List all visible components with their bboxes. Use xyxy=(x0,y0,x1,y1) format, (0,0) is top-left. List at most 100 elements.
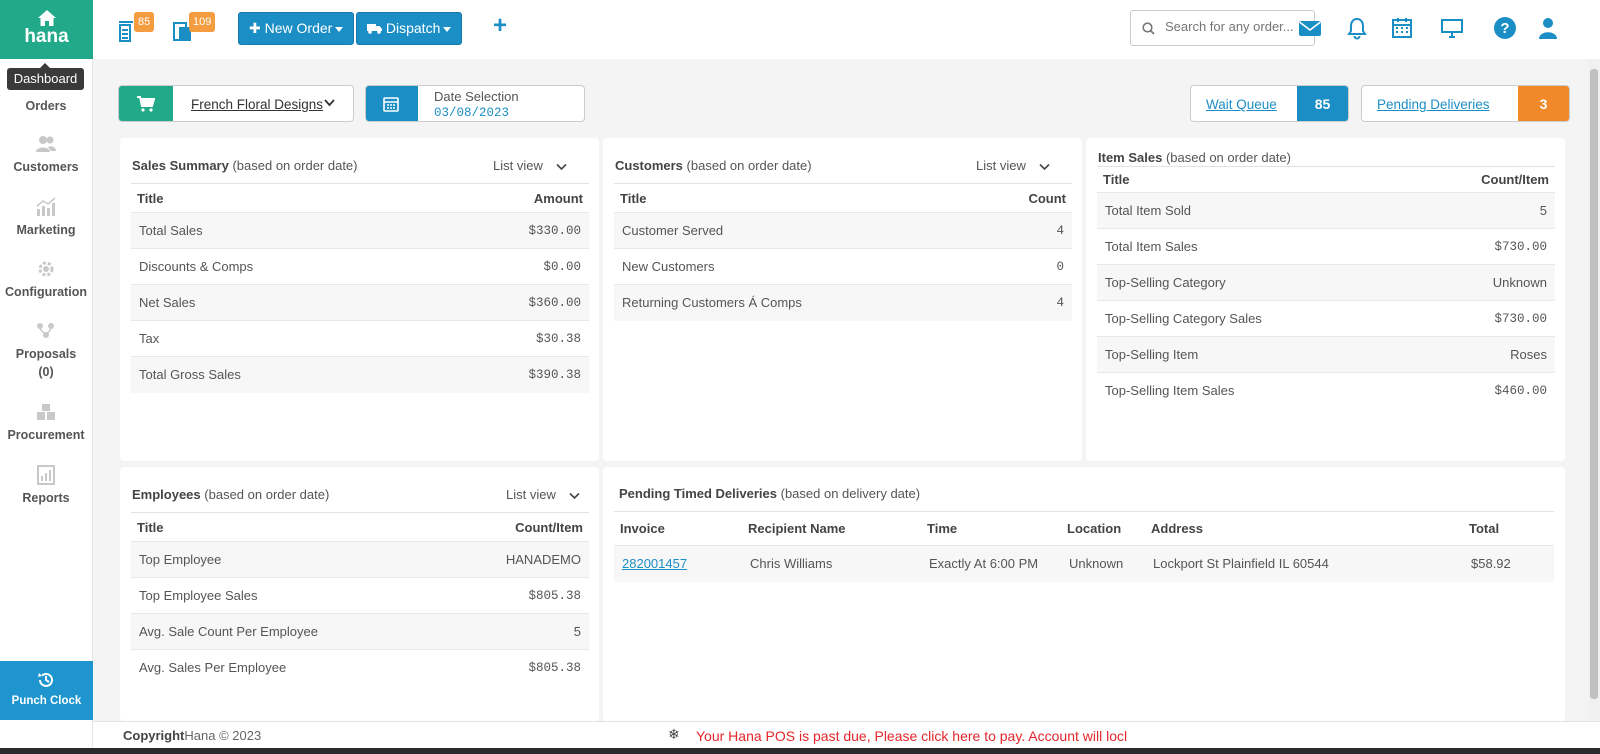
bell-icon[interactable] xyxy=(1345,16,1369,40)
sales-summary-table: Title Amount Total Sales $330.00 Discount… xyxy=(131,183,589,393)
page-scrollbar[interactable] xyxy=(1588,59,1600,720)
sidebar-item-procurement[interactable]: Procurement xyxy=(0,402,92,444)
home-logo[interactable]: hana xyxy=(0,0,93,59)
row-value: HANADEMO xyxy=(443,541,589,578)
sidebar-item-marketing[interactable]: Marketing xyxy=(0,197,92,239)
user-icon[interactable] xyxy=(1536,16,1560,40)
column-header: Recipient Name xyxy=(742,511,921,546)
column-header: Location xyxy=(1061,511,1145,546)
store-selector[interactable]: French Floral Designs xyxy=(118,85,354,122)
caret-down-icon xyxy=(443,26,452,32)
pending-deliveries-button[interactable]: Pending Deliveries 3 xyxy=(1361,85,1570,122)
date-selector[interactable]: Date Selection 03/08/2023 xyxy=(365,85,585,122)
card-subtitle: (based on order date) xyxy=(1165,150,1291,165)
dashboard-tooltip: Dashboard xyxy=(7,63,84,90)
column-header: Title xyxy=(131,512,444,542)
store-name: French Floral Designs xyxy=(191,97,324,112)
column-header: Count/Item xyxy=(443,512,589,542)
table-row: Top-Selling Item Sales $460.00 xyxy=(1097,372,1555,409)
row-value: $360.00 xyxy=(431,284,589,321)
search-box[interactable] xyxy=(1130,10,1315,46)
clock-history-icon xyxy=(38,672,53,687)
invoice-cell: 282001457 xyxy=(614,545,742,582)
table-row: New Customers 0 xyxy=(614,248,1072,285)
sidebar-item-configuration[interactable]: Configuration xyxy=(0,259,92,301)
sidebar-item-label: Customers xyxy=(13,160,79,174)
scrollbar-thumb[interactable] xyxy=(1590,69,1598,699)
sidebar-item-orders[interactable]: Orders xyxy=(0,99,92,113)
row-title: Top-Selling Item Sales xyxy=(1097,372,1411,409)
dispatch-label: Dispatch xyxy=(385,20,441,36)
list-view-dropdown[interactable]: List view xyxy=(493,158,568,173)
row-value: $805.38 xyxy=(443,577,589,614)
row-value: 5 xyxy=(443,613,589,650)
punch-clock-label: Punch Clock xyxy=(11,695,82,707)
invoice-link[interactable]: 282001457 xyxy=(622,556,687,571)
card-subtitle: (based on order date) xyxy=(686,158,812,173)
chevron-down-icon xyxy=(556,163,568,170)
card-subtitle: (based on order date) xyxy=(204,487,330,502)
row-title: Total Gross Sales xyxy=(131,356,432,393)
caret-down-icon xyxy=(335,26,344,32)
dispatch-button[interactable]: Dispatch xyxy=(356,12,463,45)
row-value: $730.00 xyxy=(1410,228,1555,265)
row-value: Unknown xyxy=(1410,264,1555,301)
calendar-icon[interactable] xyxy=(1390,16,1414,40)
envelope-icon[interactable] xyxy=(1298,16,1322,40)
row-value: $805.38 xyxy=(443,649,589,686)
row-title: Avg. Sale Count Per Employee xyxy=(131,613,444,650)
help-icon[interactable]: ? xyxy=(1493,16,1517,40)
column-header: Count xyxy=(979,183,1072,213)
chevron-down-icon xyxy=(324,99,335,107)
proposals-count: (0) xyxy=(38,365,54,379)
address-cell: Lockport St Plainfield IL 60544 xyxy=(1145,545,1463,582)
pending-deliveries-card: Pending Timed Deliveries (based on deliv… xyxy=(603,467,1565,721)
wait-queue-button[interactable]: Wait Queue 85 xyxy=(1190,85,1349,122)
date-selection-value: 03/08/2023 xyxy=(434,106,510,120)
sidebar-item-customers[interactable]: Customers xyxy=(0,134,92,176)
sidebar-item-label: Procurement xyxy=(7,428,85,442)
plus-icon: ✚ xyxy=(249,20,261,36)
item-sales-card: Item Sales (based on order date) Title C… xyxy=(1086,138,1565,461)
table-row: 282001457 Chris Williams Exactly At 6:00… xyxy=(614,545,1554,582)
past-due-warning[interactable]: Your Hana POS is past due, Please click … xyxy=(696,728,1127,744)
table-row: Total Gross Sales $390.38 xyxy=(131,356,589,393)
table-row: Tax $30.38 xyxy=(131,320,589,357)
total-cell: $58.92 xyxy=(1463,545,1554,582)
brand-name: hana xyxy=(24,26,69,47)
column-header: Amount xyxy=(431,183,589,213)
column-header: Count/Item xyxy=(1410,166,1555,193)
sidebar-item-reports[interactable]: Reports xyxy=(0,465,92,507)
column-header: Title xyxy=(131,183,432,213)
monitor-icon[interactable] xyxy=(1440,16,1464,40)
table-row: Avg. Sales Per Employee $805.38 xyxy=(131,649,589,686)
card-subtitle: (based on order date) xyxy=(232,158,358,173)
sidebar-item-proposals[interactable]: Proposals (0) xyxy=(0,321,92,381)
card-title: Customers xyxy=(615,158,683,173)
row-title: Customer Served xyxy=(614,212,980,249)
new-order-button[interactable]: ✚ New Order xyxy=(238,12,355,45)
report-icon xyxy=(37,465,55,485)
search-input[interactable] xyxy=(1165,19,1310,34)
list-view-dropdown[interactable]: List view xyxy=(506,487,581,502)
add-icon[interactable]: + xyxy=(493,12,507,40)
copies-count-badge: 109 xyxy=(189,12,216,32)
table-row: Top Employee Sales $805.38 xyxy=(131,577,589,614)
row-title: Top-Selling Item xyxy=(1097,336,1411,373)
list-view-dropdown[interactable]: List view xyxy=(976,158,1051,173)
row-value: $390.38 xyxy=(431,356,589,393)
recipient-cell: Chris Williams xyxy=(742,545,921,582)
row-title: Top-Selling Category xyxy=(1097,264,1411,301)
column-header: Time xyxy=(921,511,1061,546)
home-icon xyxy=(38,10,56,26)
list-view-label: List view xyxy=(506,487,556,502)
row-title: Top Employee Sales xyxy=(131,577,444,614)
row-value: $730.00 xyxy=(1410,300,1555,337)
truck-icon xyxy=(367,24,382,34)
row-title: Total Item Sales xyxy=(1097,228,1411,265)
card-title: Sales Summary xyxy=(132,158,229,173)
search-icon xyxy=(1142,22,1155,35)
punch-clock-button[interactable]: Punch Clock xyxy=(0,661,93,720)
sidebar-item-label: Reports xyxy=(22,491,70,505)
gear-icon xyxy=(38,261,54,277)
